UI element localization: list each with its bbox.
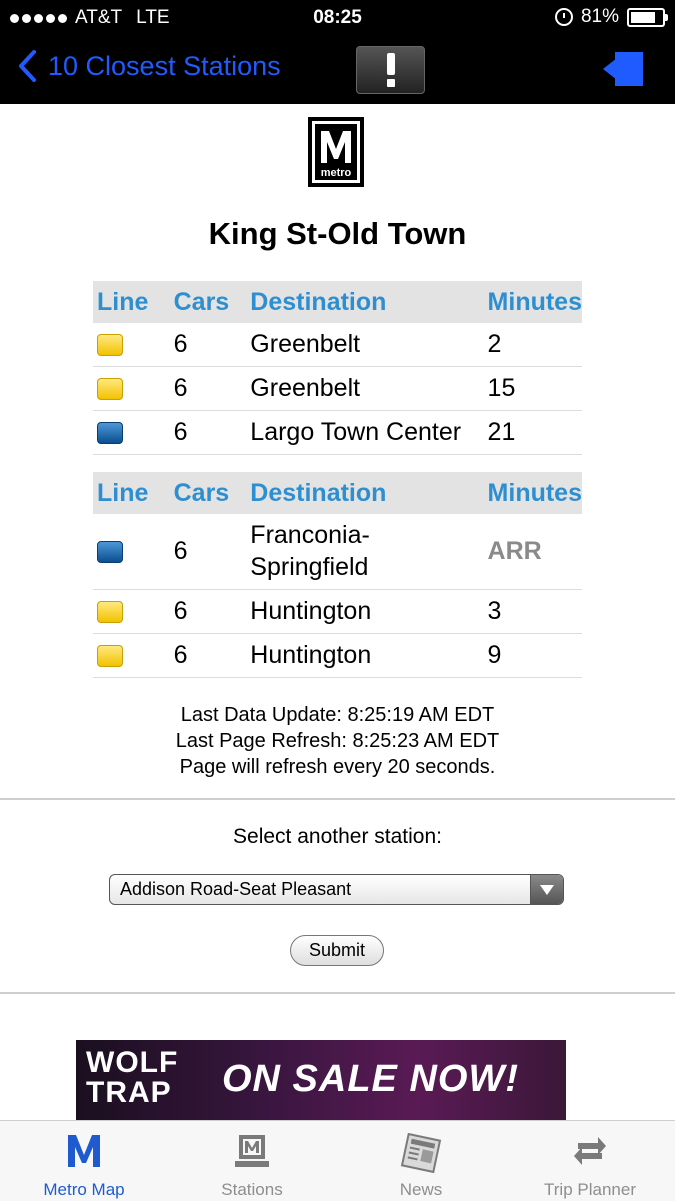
- battery-icon: [627, 7, 668, 27]
- destination-cell: Greenbelt: [246, 323, 484, 367]
- arrivals-table-platform-2: Line Cars Destination Minutes 6 Franconi…: [93, 472, 582, 678]
- cars-cell: 6: [169, 589, 247, 634]
- tab-label: Metro Map: [43, 1180, 125, 1199]
- station-sign-icon: [235, 1135, 269, 1167]
- cars-cell: 6: [169, 366, 247, 411]
- status-right: 81%: [554, 6, 668, 28]
- destination-line-2: Springfield: [250, 552, 369, 581]
- cars-cell: 6: [169, 323, 247, 367]
- table-row: 6 Greenbelt 2: [93, 323, 582, 367]
- ad-logo-line-2: TRAP: [86, 1076, 172, 1109]
- last-data-update: Last Data Update: 8:25:19 AM EDT: [180, 704, 495, 726]
- cars-cell: 6: [169, 633, 247, 678]
- back-button-label: 10 Closest Stations: [48, 50, 281, 81]
- swap-arrows-icon: [574, 1137, 606, 1165]
- table-row: 6 Huntington 9: [93, 633, 582, 678]
- station-title: King St-Old Town: [208, 216, 467, 251]
- yellow-line-icon: [97, 334, 123, 357]
- header-cars: Cars: [169, 281, 247, 323]
- chevron-left-icon: [19, 50, 36, 82]
- select-station-label: Select another station:: [233, 825, 442, 848]
- destination-cell: Franconia- Springfield: [246, 514, 484, 590]
- tab-bar: Metro Map Stations News Trip Planner: [0, 1120, 675, 1201]
- tab-label: Stations: [221, 1180, 283, 1199]
- blue-line-icon: [97, 541, 123, 564]
- alert-button[interactable]: [356, 46, 425, 94]
- status-bar: AT&T LTE 08:25 81%: [0, 0, 675, 36]
- blue-line-icon: [97, 422, 123, 445]
- cars-cell: 6: [169, 514, 247, 590]
- table-header-row: Line Cars Destination Minutes: [93, 472, 582, 514]
- tab-label: Trip Planner: [544, 1180, 636, 1199]
- minutes-cell: 2: [483, 323, 582, 367]
- dropdown-arrow-icon: [530, 875, 563, 904]
- tab-label: News: [399, 1180, 443, 1199]
- exit-icon[interactable]: [603, 52, 643, 86]
- header-destination: Destination: [246, 281, 484, 323]
- minutes-cell: 15: [483, 366, 582, 411]
- tab-stations[interactable]: Stations: [168, 1121, 336, 1201]
- tab-trip-planner[interactable]: Trip Planner: [506, 1121, 674, 1201]
- header-line: Line: [93, 472, 170, 514]
- yellow-line-icon: [97, 601, 123, 624]
- destination-cell: Greenbelt: [246, 366, 484, 411]
- top-bar: AT&T LTE 08:25 81% 10 Closest Stations: [0, 0, 675, 104]
- destination-cell: Huntington: [246, 589, 484, 634]
- divider: [0, 798, 675, 800]
- ad-logo: WOLF TRAP: [86, 1048, 178, 1108]
- ad-tagline: ON SALE NOW!: [222, 1058, 519, 1100]
- yellow-line-icon: [97, 645, 123, 668]
- metro-logo: metro: [308, 117, 364, 187]
- cars-cell: 6: [169, 410, 247, 455]
- newspaper-icon: [400, 1133, 442, 1173]
- yellow-line-icon: [97, 378, 123, 401]
- station-select-value: Addison Road-Seat Pleasant: [120, 879, 352, 899]
- minutes-cell: ARR: [483, 514, 582, 590]
- exclamation-icon: [386, 53, 395, 87]
- last-page-refresh: Last Page Refresh: 8:25:23 AM EDT: [175, 730, 500, 752]
- alarm-icon: [554, 8, 573, 26]
- destination-cell: Largo Town Center: [246, 410, 484, 455]
- divider: [0, 992, 675, 994]
- header-minutes: Minutes: [483, 281, 582, 323]
- minutes-cell: 9: [483, 633, 582, 678]
- minutes-cell: 21: [483, 410, 582, 455]
- refresh-note: Page will refresh every 20 seconds.: [179, 756, 496, 778]
- header-minutes: Minutes: [483, 472, 582, 514]
- header-destination: Destination: [246, 472, 484, 514]
- back-button[interactable]: 10 Closest Stations: [18, 50, 281, 82]
- logo-text: metro: [321, 167, 352, 179]
- table-header-row: Line Cars Destination Minutes: [93, 281, 582, 323]
- table-row: 6 Franconia- Springfield ARR: [93, 514, 582, 590]
- metro-m-icon: [68, 1135, 100, 1167]
- minutes-cell: 3: [483, 589, 582, 634]
- destination-line-1: Franconia-: [250, 521, 370, 550]
- header-line: Line: [93, 281, 170, 323]
- arrivals-table-platform-1: Line Cars Destination Minutes 6 Greenbel…: [93, 281, 582, 455]
- table-row: 6 Greenbelt 15: [93, 366, 582, 411]
- station-select[interactable]: Addison Road-Seat Pleasant: [109, 874, 564, 905]
- ad-logo-line-1: WOLF: [86, 1046, 179, 1079]
- submit-button[interactable]: Submit: [290, 935, 384, 966]
- destination-cell: Huntington: [246, 633, 484, 678]
- ad-banner[interactable]: WOLF TRAP ON SALE NOW!: [76, 1040, 566, 1120]
- table-row: 6 Huntington 3: [93, 589, 582, 634]
- tab-news[interactable]: News: [337, 1121, 505, 1201]
- battery-percent: 81%: [580, 6, 619, 27]
- tab-metro-map[interactable]: Metro Map: [0, 1121, 168, 1201]
- header-cars: Cars: [169, 472, 247, 514]
- update-info: Last Data Update: 8:25:19 AM EDT Last Pa…: [0, 702, 675, 780]
- table-row: 6 Largo Town Center 21: [93, 410, 582, 455]
